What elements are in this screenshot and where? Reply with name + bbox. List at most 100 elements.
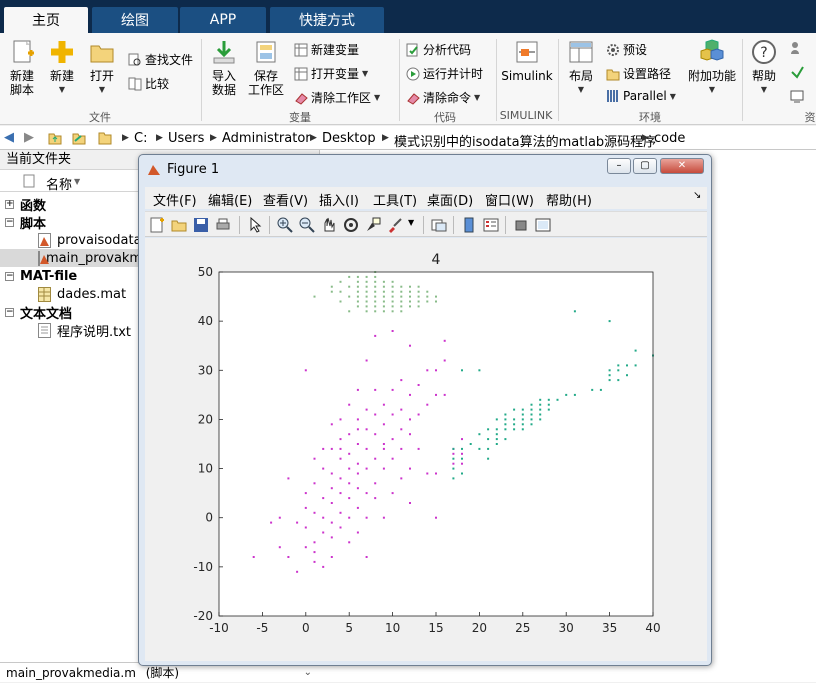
breadcrumb-item[interactable]: code [654,131,685,146]
menu-help[interactable]: 帮助(H) [546,190,592,209]
simulink-button[interactable]: Simulink [501,39,553,83]
show-plot-tools-icon[interactable] [535,217,551,233]
data-point [539,398,542,401]
data-point [521,413,524,416]
pan-icon[interactable] [321,217,337,233]
menu-tools[interactable]: 工具(T) [373,190,417,209]
collapse-icon[interactable]: − [5,217,14,227]
collapse-icon[interactable]: − [5,271,14,281]
menu-window[interactable]: 窗口(W) [485,190,534,209]
import-data-button[interactable]: 导入 数据 [206,39,242,97]
breadcrumb-item[interactable]: C: [134,131,147,146]
new-figure-icon[interactable] [149,217,165,233]
figure-window[interactable]: Figure 1 – ▢ ✕ 文件(F) 编辑(E) 查看(V) 插入(I) 工… [138,154,712,666]
open-button[interactable]: 打开 ▼ [84,39,120,97]
scatter-plot[interactable]: -10 -5 0 5 10 15 20 25 30 35 40-20-1001020304050 4 [145,238,707,661]
list-item-selected[interactable]: main_provakm [0,249,142,267]
open-file-icon[interactable] [171,217,187,233]
run-and-time-button[interactable]: 运行并计时 [406,65,483,82]
tab-shortcuts[interactable]: 快捷方式 [270,7,384,33]
figure-title-bar[interactable]: Figure 1 – ▢ ✕ [139,155,711,185]
menu-insert[interactable]: 插入(I) [319,190,359,209]
tree-group-text-docs[interactable]: − 文本文档 [0,303,72,322]
new-variable-button[interactable]: 新建变量 [294,41,359,58]
menu-overflow-icon[interactable]: ↘ [693,190,701,201]
data-point [339,418,342,421]
addons-button[interactable]: 附加功能 ▼ [686,39,738,97]
save-workspace-button[interactable]: 保存 工作区 [246,39,286,97]
compare-button[interactable]: 比较 [128,75,169,92]
menu-view[interactable]: 查看(V) [263,190,308,209]
chevron-down-icon[interactable]: ▼ [408,218,414,227]
breadcrumb-item[interactable]: Users [168,131,204,146]
open-label: 打开 [89,69,114,83]
breadcrumb-item[interactable]: 模式识别中的isodata算法的matlab源码程序 [394,131,656,150]
analyze-code-button[interactable]: 分析代码 [406,41,471,58]
axes-background[interactable] [219,272,653,616]
learn-matlab-icon[interactable] [790,89,804,103]
back-arrow-icon[interactable]: ◀ [4,130,14,145]
data-point [452,452,455,455]
breadcrumb-separator: ▶ [642,133,649,143]
list-item[interactable]: dades.mat [0,285,126,303]
zoom-out-icon[interactable] [299,217,315,233]
link-plot-icon[interactable] [431,217,447,233]
data-point [409,285,411,288]
expand-icon[interactable]: + [5,199,14,209]
data-cursor-icon[interactable] [365,217,381,233]
chevron-down-icon: ▼ [98,85,106,94]
hide-plot-tools-icon[interactable] [513,217,529,233]
save-icon[interactable] [193,217,209,233]
menu-desktop[interactable]: 桌面(D) [427,190,473,209]
ribbon-divider [742,39,743,121]
community-icon[interactable] [790,41,804,55]
chevron-down-icon[interactable]: ⌄ [304,663,312,683]
breadcrumb-item[interactable]: Desktop [322,131,376,146]
figure-canvas[interactable]: -10 -5 0 5 10 15 20 25 30 35 40 -20 -10 0 10 20 30 40 50 4 [145,238,707,661]
set-path-button[interactable]: 设置路径 [606,65,671,82]
find-files-button[interactable]: 查找文件 [128,51,193,68]
group-label-simulink: SIMULINK [499,109,553,122]
data-point [374,310,377,313]
forward-arrow-icon[interactable]: ▶ [24,130,34,145]
clear-workspace-label: 清除工作区 [311,91,372,105]
parallel-button[interactable]: Parallel ▼ [606,89,676,103]
data-point [443,359,446,362]
clear-workspace-button[interactable]: 清除工作区 ▼ [294,89,380,106]
tree-group-functions[interactable]: + 函数 [0,195,46,214]
tab-apps[interactable]: APP [180,7,266,33]
new-script-button[interactable]: 新建 脚本 [4,39,40,97]
breadcrumb-separator: ▶ [382,133,389,143]
data-point [513,418,516,421]
help-button[interactable]: ? 帮助 ▼ [746,39,782,97]
menu-edit[interactable]: 编辑(E) [208,190,252,209]
layout-button[interactable]: 布局 ▼ [563,39,599,97]
list-item[interactable]: 程序说明.txt [0,321,131,340]
browse-folder-icon[interactable] [72,131,86,145]
data-point [608,320,611,323]
tree-group-scripts[interactable]: − 脚本 [0,213,46,232]
legend-icon[interactable] [483,217,499,233]
tab-plots[interactable]: 绘图 [92,7,178,33]
pointer-icon[interactable] [247,217,263,233]
zoom-in-icon[interactable] [277,217,293,233]
menu-file[interactable]: 文件(F) [153,190,197,209]
colorbar-icon[interactable] [461,217,477,233]
print-icon[interactable] [215,217,231,233]
tab-home[interactable]: 主页 [4,7,88,33]
request-support-icon[interactable] [790,65,804,79]
rotate-icon[interactable] [343,217,359,233]
minimize-button[interactable]: – [607,158,631,174]
data-point [365,408,368,411]
open-variable-button[interactable]: 打开变量 ▼ [294,65,368,82]
close-button[interactable]: ✕ [660,158,704,174]
collapse-icon[interactable]: − [5,307,14,317]
maximize-button[interactable]: ▢ [633,158,657,174]
brush-icon[interactable] [387,217,403,233]
breadcrumb-item[interactable]: Administrator [222,131,311,146]
new-button[interactable]: 新建 ▼ [44,39,80,97]
clear-commands-button[interactable]: 清除命令 ▼ [406,89,480,106]
preferences-button[interactable]: 预设 [606,41,647,58]
up-folder-icon[interactable] [48,131,62,145]
tree-group-mat-files[interactable]: − MAT-file [0,267,77,285]
